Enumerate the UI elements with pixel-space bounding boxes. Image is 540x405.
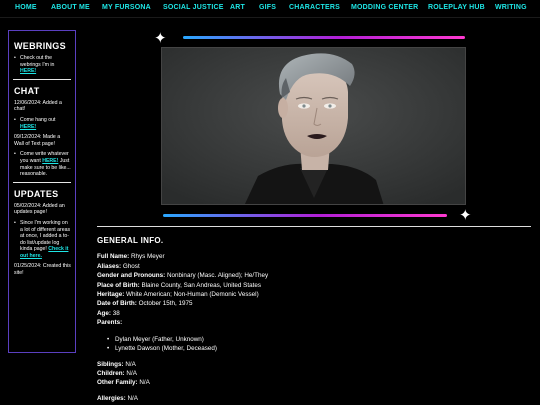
children-value: N/A (126, 370, 137, 377)
place-of-birth-row: Place of Birth: Blaine County, San Andre… (97, 282, 261, 289)
place-of-birth-value: Blaine County, San Andreas, United State… (141, 282, 262, 289)
aliases-label: Aliases: (97, 263, 122, 270)
parent-list-item: Dylan Meyer (Father, Unknown) (107, 336, 204, 343)
chat-update-2: 09/12/2024: Made a Wall of Text page! (14, 134, 61, 147)
wall-of-text-link[interactable]: HERE! (42, 158, 58, 164)
full-name-row: Full Name: Rhys Meyer (97, 253, 165, 260)
nav-modding-center[interactable]: MODDING CENTER (351, 4, 418, 11)
date-of-birth-label: Date of Birth: (97, 300, 137, 307)
chat-item: Come hang out HERE! (13, 117, 71, 130)
other-family-value: N/A (139, 379, 150, 386)
sidebar: WEBRINGS Check out the webrings I'm in H… (8, 30, 76, 353)
nav-art[interactable]: ART (230, 4, 245, 11)
aliases-value: Ghost (122, 263, 140, 270)
webrings-link[interactable]: HERE! (20, 68, 36, 74)
place-of-birth-label: Place of Birth: (97, 282, 140, 289)
wall-of-text-item: Come write whatever you want HERE! Just … (13, 151, 71, 177)
portrait-illustration (162, 48, 465, 204)
nav-social-justice[interactable]: SOCIAL JUSTICE (163, 4, 224, 11)
sidebar-divider (13, 78, 71, 80)
nav-my-fursona[interactable]: MY FURSONA (102, 4, 151, 11)
updates-update-1: 05/02/2024: Added an updates page! (14, 202, 65, 216)
siblings-value: N/A (125, 361, 136, 368)
sparkle-star-icon: ✦ (154, 30, 167, 47)
updates-item: Since I'm working on a lot of different … (13, 220, 71, 260)
date-of-birth-value: October 15th, 1975 (138, 300, 193, 307)
date-of-birth-row: Date of Birth: October 15th, 1975 (97, 300, 193, 307)
siblings-row: Siblings: N/A (97, 361, 136, 368)
heritage-value: White American; Non-Human (Demonic Vesse… (126, 291, 259, 298)
gender-label: Gender and Pronouns: (97, 272, 166, 279)
nav-about-me[interactable]: ABOUT ME (51, 4, 90, 11)
nav-gifs[interactable]: GIFS (259, 4, 276, 11)
age-row: Age: 38 (97, 310, 120, 317)
chat-link[interactable]: HERE! (20, 124, 36, 130)
heritage-row: Heritage: White American; Non-Human (Dem… (97, 291, 259, 298)
age-value: 38 (112, 310, 120, 317)
other-family-row: Other Family: N/A (97, 379, 150, 386)
allergies-row: Allergies: N/A (97, 395, 138, 402)
gender-value: Nonbinary (Masc. Aligned); He/They (166, 272, 269, 279)
chat-heading: CHAT (14, 85, 40, 96)
character-portrait (161, 47, 466, 205)
webrings-text: Check out the webrings I'm in (20, 55, 55, 68)
children-row: Children: N/A (97, 370, 137, 377)
allergies-label: Allergies: (97, 395, 126, 402)
allergies-value: N/A (127, 395, 138, 402)
siblings-label: Siblings: (97, 361, 124, 368)
other-family-label: Other Family: (97, 379, 138, 386)
full-name-label: Full Name: (97, 253, 130, 260)
webrings-item: Check out the webrings I'm in HERE! (13, 55, 71, 75)
full-name-value: Rhys Meyer (130, 253, 165, 260)
sidebar-divider (13, 181, 71, 183)
chat-update-1: 12/06/2024: Added a chat! (14, 99, 62, 113)
content-divider (97, 226, 531, 227)
webrings-heading: WEBRINGS (14, 41, 66, 51)
nav-characters[interactable]: CHARACTERS (289, 4, 340, 11)
heritage-label: Heritage: (97, 291, 125, 298)
chat-item-text: Come hang out (20, 116, 56, 123)
gender-row: Gender and Pronouns: Nonbinary (Masc. Al… (97, 272, 268, 279)
gradient-bar-bottom (163, 214, 447, 217)
nav-roleplay-hub[interactable]: ROLEPLAY HUB (428, 4, 485, 11)
updates-heading: UPDATES (14, 188, 59, 199)
nav-writing[interactable]: WRITING (495, 4, 527, 11)
updates-update-2: 01/25/2024: Created this site! (14, 263, 71, 277)
aliases-row: Aliases: Ghost (97, 263, 140, 270)
parents-label: Parents: (97, 319, 123, 326)
sparkle-star-icon: ✦ (459, 207, 472, 224)
general-info-heading: GENERAL INFO. (97, 236, 164, 245)
children-label: Children: (97, 370, 125, 377)
gradient-bar-top (183, 36, 465, 39)
age-label: Age: (97, 310, 111, 317)
parent-list-item: Lynette Dawson (Mother, Deceased) (107, 345, 217, 352)
parents-row: Parents: (97, 319, 122, 326)
nav-home[interactable]: HOME (15, 4, 37, 11)
top-nav: HOME ABOUT ME MY FURSONA SOCIAL JUSTICE … (0, 0, 540, 18)
